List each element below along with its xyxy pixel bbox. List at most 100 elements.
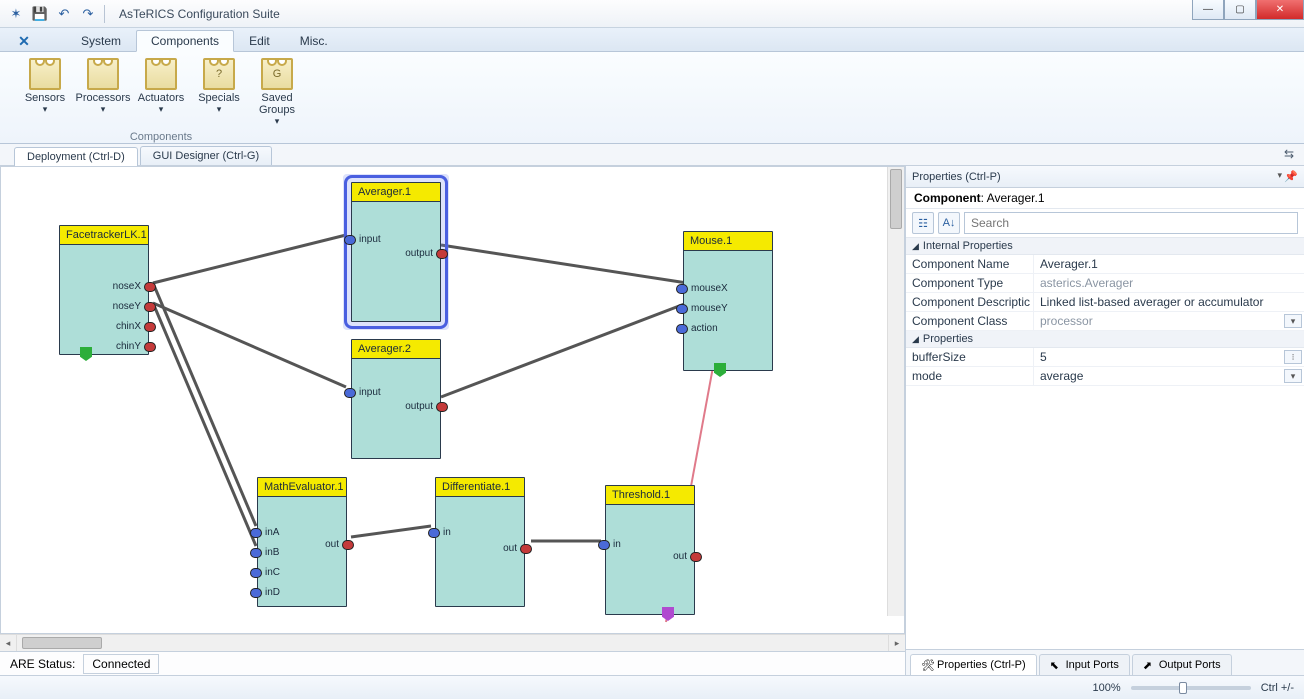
zoom-value: 100% bbox=[1093, 682, 1121, 694]
port-in-pin[interactable] bbox=[676, 284, 688, 294]
node-facetracker[interactable]: FacetrackerLK.1 noseX noseY chinX chinY bbox=[59, 225, 149, 355]
spinner-icon[interactable]: ⁝ bbox=[1284, 350, 1302, 364]
ribbon-btn-processors[interactable]: Processors▾ bbox=[74, 56, 132, 129]
zoom-bar: 100% Ctrl +/- bbox=[906, 675, 1304, 699]
app-logo-icon[interactable]: ✕ bbox=[12, 31, 36, 51]
save-icon[interactable]: 💾 bbox=[30, 4, 50, 24]
tab-components[interactable]: Components bbox=[136, 30, 234, 52]
undo-icon[interactable]: ↶ bbox=[54, 4, 74, 24]
ribbon-btn-actuators[interactable]: Actuators▾ bbox=[132, 56, 190, 129]
quick-access-toolbar: ✶ 💾 ↶ ↷ bbox=[6, 4, 98, 24]
port-out-pin[interactable] bbox=[144, 342, 156, 352]
saved-groups-icon: G bbox=[261, 58, 293, 90]
search-input[interactable] bbox=[964, 212, 1298, 234]
properties-toolbar: ☷ A↓ bbox=[906, 209, 1304, 238]
scrollbar-thumb[interactable] bbox=[890, 169, 902, 229]
category-properties[interactable]: ◢Properties bbox=[906, 331, 1304, 348]
port-out-pin[interactable] bbox=[436, 249, 448, 259]
port-out-pin[interactable] bbox=[520, 544, 532, 554]
collapse-icon: ◢ bbox=[912, 241, 919, 252]
category-internal[interactable]: ◢Internal Properties bbox=[906, 238, 1304, 255]
sort-az-icon[interactable]: A↓ bbox=[938, 212, 960, 234]
btab-properties[interactable]: 🛠Properties (Ctrl-P) bbox=[910, 654, 1037, 675]
prop-row: bufferSize5⁝ bbox=[906, 348, 1304, 367]
port-in-pin[interactable] bbox=[676, 324, 688, 334]
categorized-icon[interactable]: ☷ bbox=[912, 212, 934, 234]
tab-misc[interactable]: Misc. bbox=[285, 30, 343, 51]
deployment-canvas[interactable]: FacetrackerLK.1 noseX noseY chinX chinY … bbox=[0, 166, 905, 634]
port-in-pin[interactable] bbox=[250, 568, 262, 578]
doctab-gui-designer[interactable]: GUI Designer (Ctrl-G) bbox=[140, 146, 272, 165]
event-port-icon[interactable] bbox=[714, 363, 726, 377]
scrollbar-thumb[interactable] bbox=[22, 637, 102, 649]
node-title: Mouse.1 bbox=[684, 232, 772, 251]
minimize-button[interactable]: — bbox=[1192, 0, 1224, 20]
port-in-pin[interactable] bbox=[250, 588, 262, 598]
node-averager-2[interactable]: Averager.2 input output bbox=[351, 339, 441, 459]
ribbon-btn-sensors[interactable]: Sensors▾ bbox=[16, 56, 74, 129]
prop-value[interactable]: 5⁝ bbox=[1034, 348, 1304, 366]
node-averager-1[interactable]: Averager.1 input output bbox=[351, 182, 441, 322]
doctab-deployment[interactable]: Deployment (Ctrl-D) bbox=[14, 147, 138, 166]
chevron-down-icon[interactable]: ▾ bbox=[1277, 170, 1282, 181]
prop-row: Component Typeasterics.Averager bbox=[906, 274, 1304, 293]
slider-knob[interactable] bbox=[1179, 682, 1187, 694]
tab-system[interactable]: System bbox=[66, 30, 136, 51]
ribbon-btn-specials[interactable]: ?Specials▾ bbox=[190, 56, 248, 129]
vertical-scrollbar[interactable] bbox=[887, 167, 904, 616]
port-in-pin[interactable] bbox=[428, 528, 440, 538]
are-status-bar: ARE Status: Connected bbox=[0, 651, 905, 675]
port-in-pin[interactable] bbox=[250, 548, 262, 558]
node-math-evaluator[interactable]: MathEvaluator.1 inA inB inC inD out bbox=[257, 477, 347, 607]
close-button[interactable]: ✕ bbox=[1256, 0, 1304, 20]
event-port-icon[interactable] bbox=[662, 607, 674, 621]
node-differentiate[interactable]: Differentiate.1 in out bbox=[435, 477, 525, 607]
port-in-pin[interactable] bbox=[250, 528, 262, 538]
node-title: Averager.1 bbox=[352, 183, 440, 202]
tab-edit[interactable]: Edit bbox=[234, 30, 285, 51]
prop-value[interactable]: Averager.1 bbox=[1034, 255, 1304, 273]
scroll-right-icon[interactable]: ▸ bbox=[888, 635, 905, 651]
are-status-value: Connected bbox=[83, 654, 159, 674]
pin-icon[interactable]: 📌 bbox=[1284, 170, 1298, 183]
combo-icon[interactable]: ▾ bbox=[1284, 369, 1302, 383]
node-mouse[interactable]: Mouse.1 mouseX mouseY action bbox=[683, 231, 773, 371]
btab-output-ports[interactable]: ⬈Output Ports bbox=[1132, 654, 1232, 675]
prop-value[interactable]: Linked list-based averager or accumulato… bbox=[1034, 293, 1304, 311]
event-port-icon[interactable] bbox=[80, 347, 92, 361]
port-out-pin[interactable] bbox=[342, 540, 354, 550]
horizontal-scrollbar[interactable]: ◂ ▸ bbox=[0, 634, 905, 651]
combo-icon[interactable]: ▾ bbox=[1284, 314, 1302, 328]
ribbon-group-components: Sensors▾ Processors▾ Actuators▾ ?Special… bbox=[10, 56, 312, 143]
redo-icon[interactable]: ↷ bbox=[78, 4, 98, 24]
collapse-icon: ◢ bbox=[912, 334, 919, 345]
port-out-pin[interactable] bbox=[144, 282, 156, 292]
scroll-left-icon[interactable]: ◂ bbox=[0, 635, 17, 651]
zoom-slider[interactable] bbox=[1131, 686, 1251, 690]
input-port-icon: ⬉ bbox=[1050, 659, 1062, 671]
port-out-pin[interactable] bbox=[144, 322, 156, 332]
port-in-pin[interactable] bbox=[676, 304, 688, 314]
port-in-pin[interactable] bbox=[344, 388, 356, 398]
btab-input-ports[interactable]: ⬉Input Ports bbox=[1039, 654, 1130, 675]
chevron-down-icon: ▾ bbox=[275, 116, 280, 127]
node-threshold[interactable]: Threshold.1 in out bbox=[605, 485, 695, 615]
properties-panel: Properties (Ctrl-P) ▾ 📌 Component: Avera… bbox=[906, 166, 1304, 675]
prop-value[interactable]: average▾ bbox=[1034, 367, 1304, 385]
port-in-pin[interactable] bbox=[598, 540, 610, 550]
title-bar: ✶ 💾 ↶ ↷ AsTeRICS Configuration Suite — ▢… bbox=[0, 0, 1304, 28]
specials-icon: ? bbox=[203, 58, 235, 90]
ribbon-btn-saved-groups[interactable]: GSaved Groups▾ bbox=[248, 56, 306, 129]
collapse-icon[interactable]: ⇆ bbox=[1284, 147, 1294, 161]
port-in-pin[interactable] bbox=[344, 235, 356, 245]
maximize-button[interactable]: ▢ bbox=[1224, 0, 1256, 20]
port-out-pin[interactable] bbox=[144, 302, 156, 312]
node-title: Threshold.1 bbox=[606, 486, 694, 505]
port-out-pin[interactable] bbox=[436, 402, 448, 412]
node-title: Averager.2 bbox=[352, 340, 440, 359]
output-port-icon: ⬈ bbox=[1143, 659, 1155, 671]
port-out-pin[interactable] bbox=[690, 552, 702, 562]
chevron-down-icon: ▾ bbox=[159, 104, 164, 115]
prop-value: processor▾ bbox=[1034, 312, 1304, 330]
processors-icon bbox=[87, 58, 119, 90]
